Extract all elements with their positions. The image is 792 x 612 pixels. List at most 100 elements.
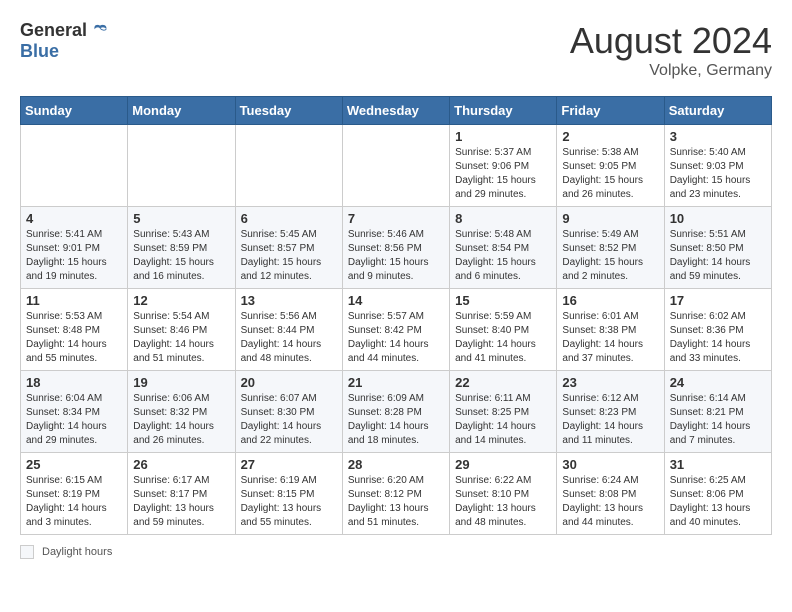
calendar-header-friday: Friday <box>557 97 664 125</box>
day-number: 9 <box>562 211 658 226</box>
day-info: Sunrise: 5:57 AM Sunset: 8:42 PM Dayligh… <box>348 310 444 366</box>
calendar-cell: 15 Sunrise: 5:59 AM Sunset: 8:40 PM Dayli… <box>450 289 557 371</box>
day-number: 4 <box>26 211 122 226</box>
logo-general-text: General <box>20 20 87 41</box>
day-number: 31 <box>670 457 766 472</box>
day-info: Sunrise: 6:02 AM Sunset: 8:36 PM Dayligh… <box>670 310 766 366</box>
calendar-cell: 29Sunrise: 6:22 AM Sunset: 8:10 PM Dayli… <box>450 453 557 535</box>
day-info: Sunrise: 6:17 AM Sunset: 8:17 PM Dayligh… <box>133 474 229 530</box>
location-subtitle: Volpke, Germany <box>570 62 772 80</box>
day-number: 26 <box>133 457 229 472</box>
day-number: 24 <box>670 375 766 390</box>
calendar-cell <box>21 125 128 207</box>
calendar-cell <box>128 125 235 207</box>
day-info: Sunrise: 6:22 AM Sunset: 8:10 PM Dayligh… <box>455 474 551 530</box>
day-number: 7 <box>348 211 444 226</box>
calendar-header-wednesday: Wednesday <box>342 97 449 125</box>
day-number: 27 <box>241 457 337 472</box>
calendar-footer: Daylight hours <box>20 545 772 559</box>
day-number: 22 <box>455 375 551 390</box>
day-number: 15 <box>455 293 551 308</box>
calendar-cell: 30Sunrise: 6:24 AM Sunset: 8:08 PM Dayli… <box>557 453 664 535</box>
calendar-cell: 22 Sunrise: 6:11 AM Sunset: 8:25 PM Dayli… <box>450 371 557 453</box>
page-header: General Blue August 2024 Volpke, Germany <box>20 20 772 80</box>
calendar-cell: 27 Sunrise: 6:19 AM Sunset: 8:15 PM Dayli… <box>235 453 342 535</box>
calendar-cell: 20 Sunrise: 6:07 AM Sunset: 8:30 PM Dayli… <box>235 371 342 453</box>
title-block: August 2024 Volpke, Germany <box>570 20 772 80</box>
calendar-cell: 9Sunrise: 5:49 AM Sunset: 8:52 PM Daylig… <box>557 207 664 289</box>
day-number: 12 <box>133 293 229 308</box>
day-info: Sunrise: 5:59 AM Sunset: 8:40 PM Dayligh… <box>455 310 551 366</box>
calendar-header-row: SundayMondayTuesdayWednesdayThursdayFrid… <box>21 97 772 125</box>
calendar-cell: 5 Sunrise: 5:43 AM Sunset: 8:59 PM Daylig… <box>128 207 235 289</box>
calendar-cell: 28 Sunrise: 6:20 AM Sunset: 8:12 PM Dayli… <box>342 453 449 535</box>
day-number: 2 <box>562 129 658 144</box>
calendar-cell: 2Sunrise: 5:38 AM Sunset: 9:05 PM Daylig… <box>557 125 664 207</box>
calendar-cell: 4 Sunrise: 5:41 AM Sunset: 9:01 PM Daylig… <box>21 207 128 289</box>
calendar-week-row: 1Sunrise: 5:37 AM Sunset: 9:06 PM Daylig… <box>21 125 772 207</box>
calendar-cell: 11Sunrise: 5:53 AM Sunset: 8:48 PM Dayli… <box>21 289 128 371</box>
daylight-label: Daylight hours <box>42 546 112 558</box>
day-info: Sunrise: 5:46 AM Sunset: 8:56 PM Dayligh… <box>348 228 444 284</box>
calendar-cell: 19Sunrise: 6:06 AM Sunset: 8:32 PM Dayli… <box>128 371 235 453</box>
day-number: 20 <box>241 375 337 390</box>
month-year-title: August 2024 <box>570 20 772 62</box>
day-info: Sunrise: 6:20 AM Sunset: 8:12 PM Dayligh… <box>348 474 444 530</box>
day-info: Sunrise: 6:24 AM Sunset: 8:08 PM Dayligh… <box>562 474 658 530</box>
day-number: 25 <box>26 457 122 472</box>
day-info: Sunrise: 5:41 AM Sunset: 9:01 PM Dayligh… <box>26 228 122 284</box>
calendar-cell: 26 Sunrise: 6:17 AM Sunset: 8:17 PM Dayli… <box>128 453 235 535</box>
day-number: 10 <box>670 211 766 226</box>
day-number: 11 <box>26 293 122 308</box>
calendar-cell: 8 Sunrise: 5:48 AM Sunset: 8:54 PM Daylig… <box>450 207 557 289</box>
day-info: Sunrise: 5:48 AM Sunset: 8:54 PM Dayligh… <box>455 228 551 284</box>
day-number: 28 <box>348 457 444 472</box>
day-info: Sunrise: 5:43 AM Sunset: 8:59 PM Dayligh… <box>133 228 229 284</box>
calendar-table: SundayMondayTuesdayWednesdayThursdayFrid… <box>20 96 772 535</box>
day-info: Sunrise: 5:51 AM Sunset: 8:50 PM Dayligh… <box>670 228 766 284</box>
day-info: Sunrise: 6:15 AM Sunset: 8:19 PM Dayligh… <box>26 474 122 530</box>
calendar-cell: 17 Sunrise: 6:02 AM Sunset: 8:36 PM Dayli… <box>664 289 771 371</box>
calendar-week-row: 18 Sunrise: 6:04 AM Sunset: 8:34 PM Dayli… <box>21 371 772 453</box>
calendar-cell <box>235 125 342 207</box>
calendar-cell: 3Sunrise: 5:40 AM Sunset: 9:03 PM Daylig… <box>664 125 771 207</box>
logo-blue-text: Blue <box>20 41 59 62</box>
calendar-cell <box>342 125 449 207</box>
day-number: 23 <box>562 375 658 390</box>
day-number: 18 <box>26 375 122 390</box>
calendar-week-row: 25 Sunrise: 6:15 AM Sunset: 8:19 PM Dayli… <box>21 453 772 535</box>
day-info: Sunrise: 6:01 AM Sunset: 8:38 PM Dayligh… <box>562 310 658 366</box>
day-info: Sunrise: 6:04 AM Sunset: 8:34 PM Dayligh… <box>26 392 122 448</box>
calendar-cell: 7 Sunrise: 5:46 AM Sunset: 8:56 PM Daylig… <box>342 207 449 289</box>
calendar-cell: 6Sunrise: 5:45 AM Sunset: 8:57 PM Daylig… <box>235 207 342 289</box>
day-info: Sunrise: 6:11 AM Sunset: 8:25 PM Dayligh… <box>455 392 551 448</box>
calendar-cell: 12 Sunrise: 5:54 AM Sunset: 8:46 PM Dayli… <box>128 289 235 371</box>
calendar-header-saturday: Saturday <box>664 97 771 125</box>
day-number: 17 <box>670 293 766 308</box>
calendar-cell: 25 Sunrise: 6:15 AM Sunset: 8:19 PM Dayli… <box>21 453 128 535</box>
calendar-cell: 21Sunrise: 6:09 AM Sunset: 8:28 PM Dayli… <box>342 371 449 453</box>
calendar-cell: 31 Sunrise: 6:25 AM Sunset: 8:06 PM Dayli… <box>664 453 771 535</box>
day-number: 5 <box>133 211 229 226</box>
day-info: Sunrise: 6:19 AM Sunset: 8:15 PM Dayligh… <box>241 474 337 530</box>
calendar-cell: 16Sunrise: 6:01 AM Sunset: 8:38 PM Dayli… <box>557 289 664 371</box>
day-info: Sunrise: 6:14 AM Sunset: 8:21 PM Dayligh… <box>670 392 766 448</box>
logo: General Blue <box>20 20 109 62</box>
calendar-cell: 1Sunrise: 5:37 AM Sunset: 9:06 PM Daylig… <box>450 125 557 207</box>
calendar-header-sunday: Sunday <box>21 97 128 125</box>
day-number: 19 <box>133 375 229 390</box>
calendar-cell: 18 Sunrise: 6:04 AM Sunset: 8:34 PM Dayli… <box>21 371 128 453</box>
daylight-box-icon <box>20 545 34 559</box>
calendar-week-row: 4 Sunrise: 5:41 AM Sunset: 9:01 PM Daylig… <box>21 207 772 289</box>
day-info: Sunrise: 5:56 AM Sunset: 8:44 PM Dayligh… <box>241 310 337 366</box>
day-info: Sunrise: 6:07 AM Sunset: 8:30 PM Dayligh… <box>241 392 337 448</box>
day-number: 8 <box>455 211 551 226</box>
day-number: 1 <box>455 129 551 144</box>
day-number: 6 <box>241 211 337 226</box>
day-info: Sunrise: 5:54 AM Sunset: 8:46 PM Dayligh… <box>133 310 229 366</box>
day-number: 3 <box>670 129 766 144</box>
calendar-cell: 10 Sunrise: 5:51 AM Sunset: 8:50 PM Dayli… <box>664 207 771 289</box>
day-number: 21 <box>348 375 444 390</box>
day-info: Sunrise: 6:25 AM Sunset: 8:06 PM Dayligh… <box>670 474 766 530</box>
day-number: 13 <box>241 293 337 308</box>
